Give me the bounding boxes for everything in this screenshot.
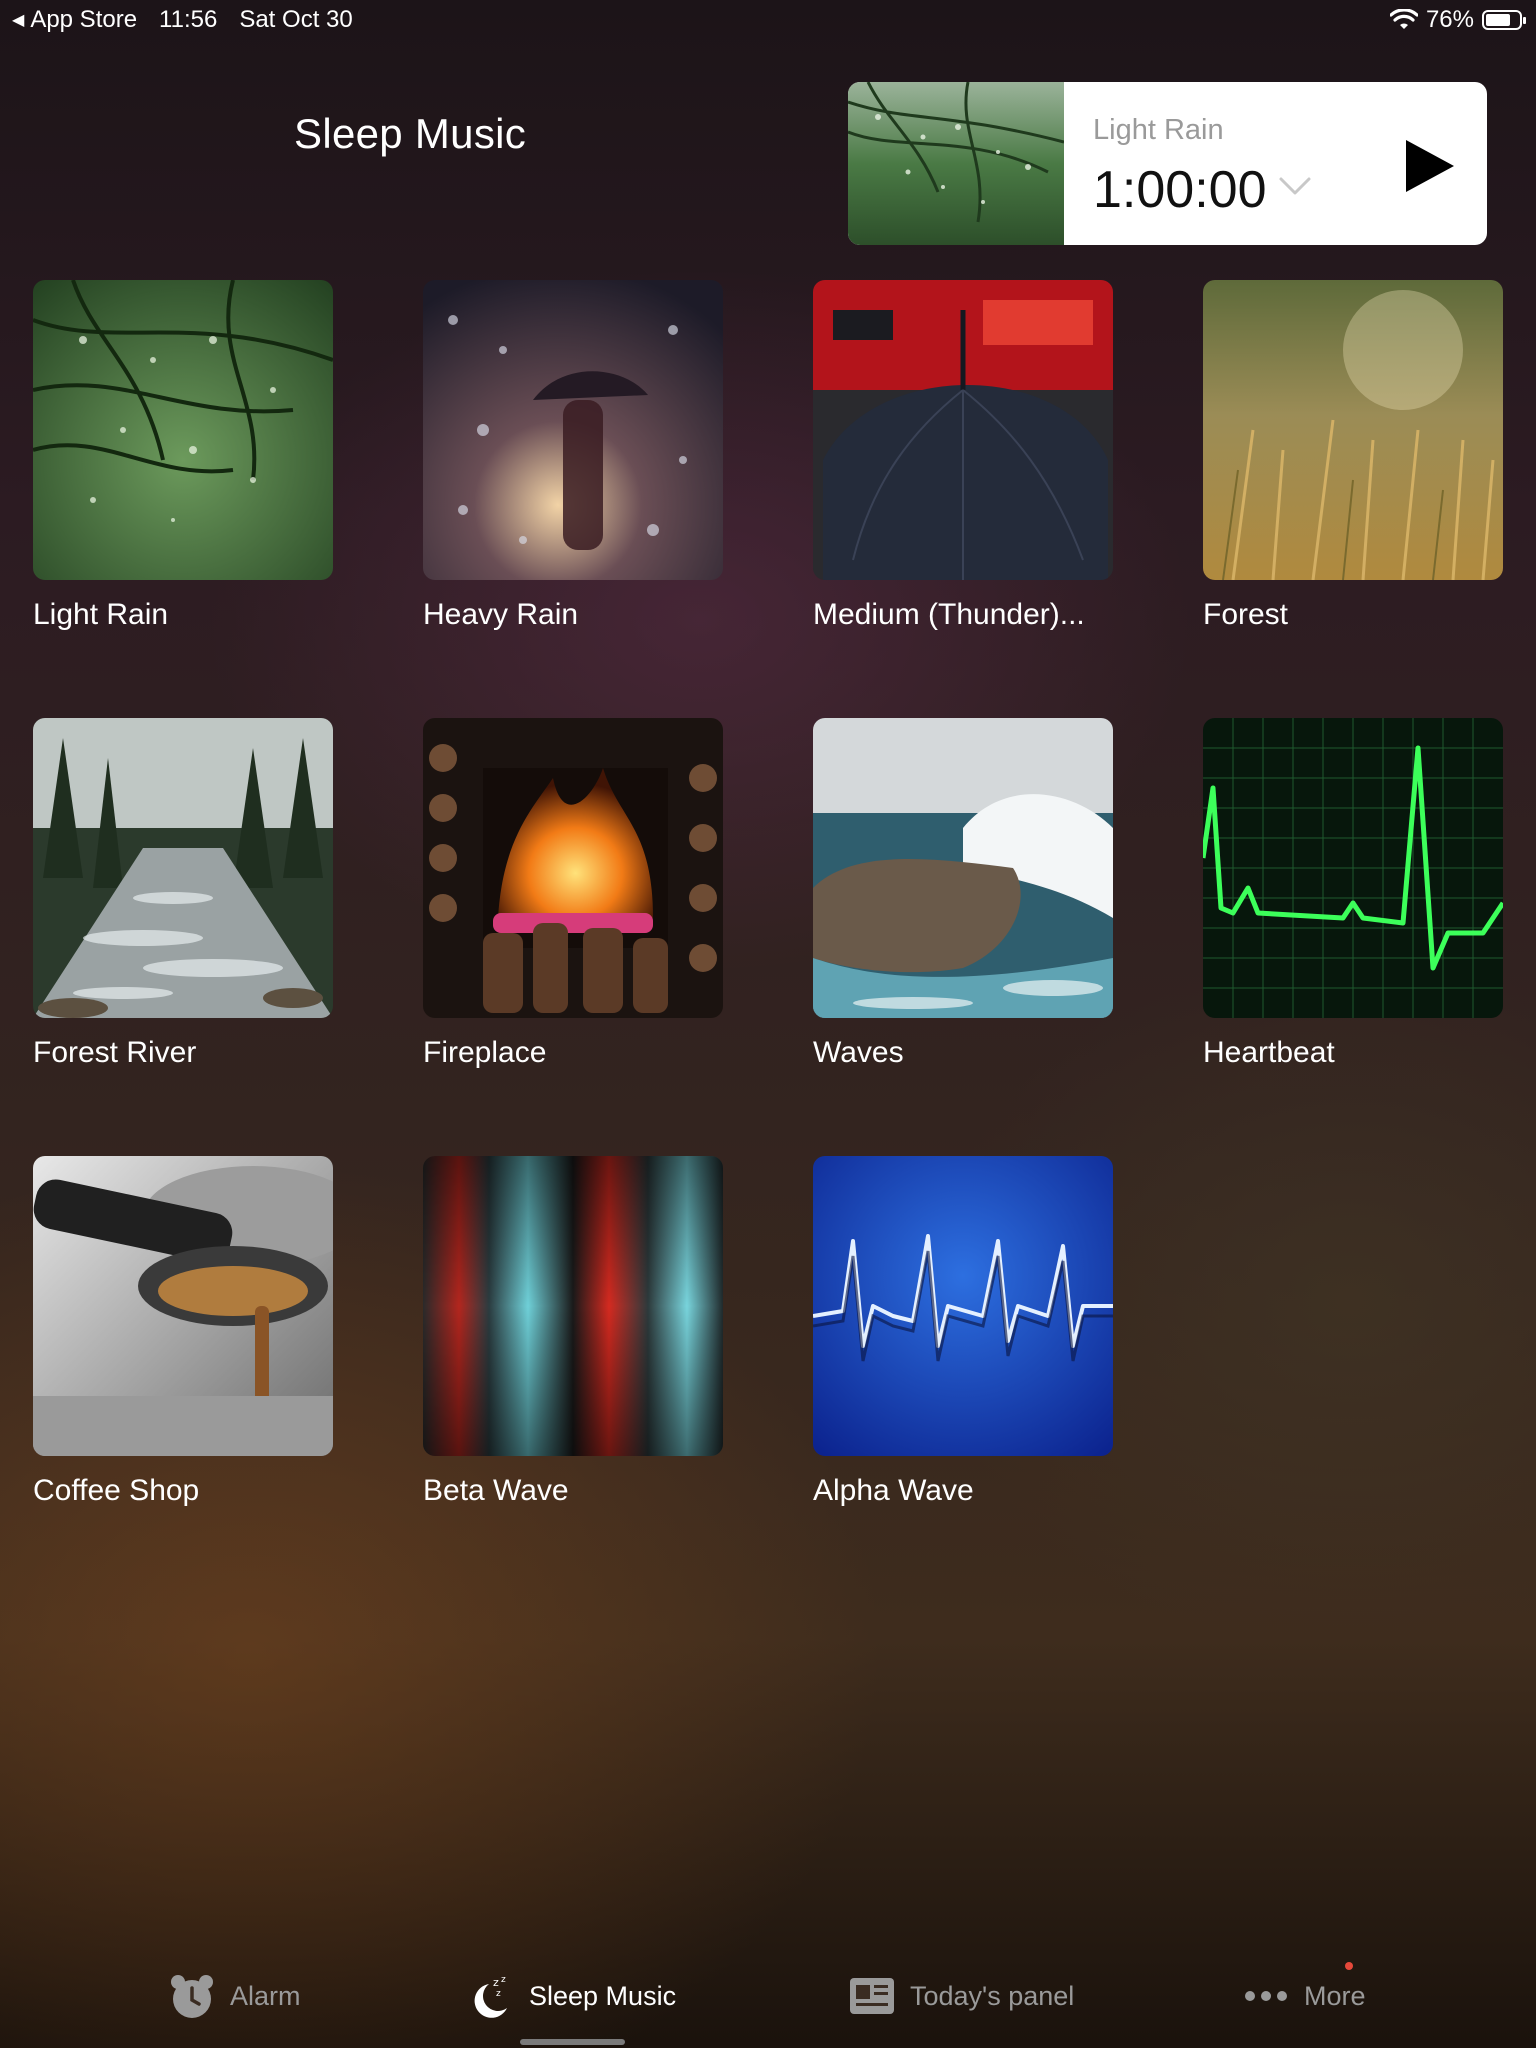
light-rain-thumbnail [848, 82, 1064, 245]
alpha-wave-image [813, 1156, 1113, 1456]
sound-label: Heartbeat [1203, 1036, 1335, 1069]
battery-level [1486, 14, 1510, 26]
thunder-umbrella-image [813, 280, 1113, 580]
now-playing-card[interactable]: Light Rain 1:00:00 [848, 82, 1487, 245]
sound-label: Beta Wave [423, 1474, 569, 1507]
back-arrow-icon[interactable]: ◀ [12, 10, 24, 30]
bear-clock-icon [171, 1975, 213, 2018]
tab-sleep-music[interactable]: z z z Sleep Music [467, 1972, 676, 2020]
forest-grass-image [1203, 280, 1503, 580]
active-tab-indicator [520, 2039, 625, 2045]
now-playing-duration[interactable]: 1:00:00 [1093, 160, 1267, 220]
sound-tile-alpha-wave[interactable]: Alpha Wave [813, 1156, 1113, 1508]
tab-alarm[interactable]: Alarm [168, 1972, 301, 2020]
tab-label: Sleep Music [529, 1980, 677, 2011]
tab-label: Today's panel [910, 1980, 1075, 2011]
forest-river-image [33, 718, 333, 1018]
battery-icon [1482, 10, 1526, 30]
sound-tile-coffee-shop[interactable]: Coffee Shop [33, 1156, 333, 1508]
tab-label: Alarm [230, 1980, 301, 2011]
waves-image [813, 718, 1113, 1018]
sound-label: Heavy Rain [423, 598, 579, 631]
sound-label: Waves [813, 1036, 904, 1069]
tab-todays-panel[interactable]: Today's panel [848, 1972, 1074, 2020]
status-left: ◀ App Store 11:56 Sat Oct 30 [12, 6, 353, 34]
sound-tile-medium-thunder[interactable]: Medium (Thunder)... [813, 280, 1113, 632]
light-rain-image [33, 280, 333, 580]
battery-percent: 76% [1425, 6, 1474, 33]
now-playing-track: Light Rain [1093, 114, 1224, 146]
coffee-shop-image [33, 1156, 333, 1456]
sound-tile-beta-wave[interactable]: Beta Wave [423, 1156, 723, 1508]
sound-label: Light Rain [33, 598, 169, 631]
svg-text:z: z [493, 1976, 499, 1989]
sound-tile-light-rain[interactable]: Light Rain [33, 280, 333, 632]
beta-wave-image [423, 1156, 723, 1456]
more-dots-icon [1245, 1991, 1287, 2001]
status-bar: ◀ App Store 11:56 Sat Oct 30 76% [0, 0, 1536, 40]
sound-label: Forest [1203, 598, 1289, 631]
sound-tile-waves[interactable]: Waves [813, 718, 1113, 1070]
svg-text:z: z [501, 1975, 506, 1985]
heavy-rain-image [423, 280, 723, 580]
sound-label: Alpha Wave [813, 1474, 974, 1507]
page-title: Sleep Music [294, 110, 527, 157]
newspaper-icon [850, 1978, 894, 2014]
tab-label: More [1304, 1980, 1366, 2011]
play-icon[interactable] [1400, 136, 1458, 196]
sound-tile-forest[interactable]: Forest [1203, 280, 1503, 632]
tab-bar: Alarm z z z Sleep Music Today's panel Mo… [0, 1950, 1536, 2048]
sound-tile-fireplace[interactable]: Fireplace [423, 718, 723, 1070]
tab-more[interactable]: More [1242, 1972, 1366, 2020]
sound-tile-heartbeat[interactable]: Heartbeat [1203, 718, 1503, 1070]
sound-label: Fireplace [423, 1036, 547, 1069]
fireplace-image [423, 718, 723, 1018]
wifi-icon [1389, 9, 1418, 29]
status-time: 11:56 [159, 6, 218, 33]
heartbeat-image [1203, 718, 1503, 1018]
sound-tile-heavy-rain[interactable]: Heavy Rain [423, 280, 723, 632]
sound-label: Forest River [33, 1036, 197, 1069]
chevron-down-icon[interactable] [1278, 174, 1312, 198]
sound-tile-forest-river[interactable]: Forest River [33, 718, 333, 1070]
status-date: Sat Oct 30 [239, 6, 353, 33]
sound-label: Coffee Shop [33, 1474, 200, 1507]
svg-text:z: z [496, 1989, 501, 1999]
more-notification-badge [1345, 1962, 1353, 1970]
sound-label: Medium (Thunder)... [813, 598, 1085, 631]
moon-zzz-icon: z z z [474, 1975, 507, 2018]
status-right: 76% [1389, 6, 1526, 34]
back-to-app-link[interactable]: App Store [30, 6, 137, 34]
